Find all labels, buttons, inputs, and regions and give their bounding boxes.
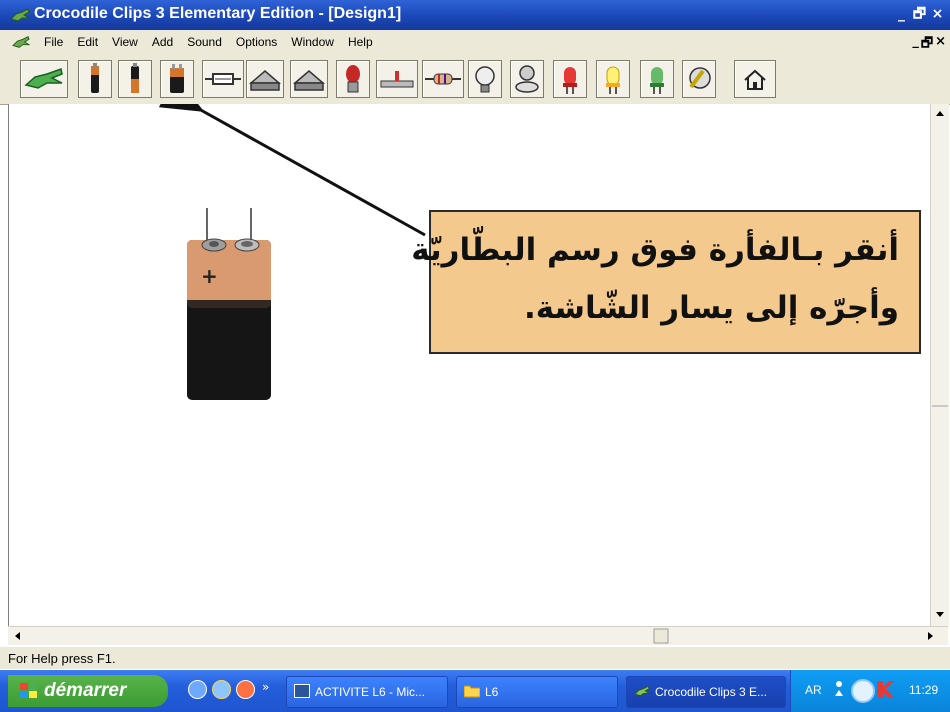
tool-resistor[interactable] <box>422 60 464 98</box>
motor-icon <box>689 67 711 89</box>
buzzer-icon <box>515 65 539 93</box>
menu-help[interactable]: Help <box>341 35 380 49</box>
doc-close-button[interactable]: × <box>935 34 946 56</box>
status-text: For Help press F1. <box>8 651 116 666</box>
bulb-icon <box>346 65 360 93</box>
menu-window[interactable]: Window <box>284 35 341 49</box>
minimize-button[interactable]: _ <box>893 6 910 23</box>
window-title: Crocodile Clips 3 Elementary Edition - [… <box>34 5 402 22</box>
switch-icon <box>292 70 326 91</box>
task-button-word[interactable]: ACTIVITE L6 - Mic... <box>286 676 448 708</box>
word-icon <box>294 684 310 698</box>
canvas-drawing <box>158 104 426 237</box>
crocodile-icon <box>24 68 63 89</box>
tool-cell-battery[interactable] <box>78 60 112 98</box>
status-bar: For Help press F1. <box>0 646 950 669</box>
horizontal-scrollbar[interactable] <box>8 626 948 645</box>
callout-line-1: أنقر بـالفأرة فوق رسم البطّاريّة <box>411 232 899 268</box>
tool-green-led[interactable] <box>640 60 674 98</box>
tool-cell-battery-2[interactable] <box>118 60 152 98</box>
title-bar: Crocodile Clips 3 Elementary Edition - [… <box>0 0 950 30</box>
9v-battery-icon <box>170 64 184 93</box>
tool-motor[interactable] <box>682 60 716 98</box>
scroll-arrows <box>15 628 933 644</box>
doc-restore-button[interactable]: 🗗 <box>921 34 933 56</box>
menu-bar: File Edit View Add Sound Options Window … <box>0 30 950 55</box>
antivirus-icon[interactable] <box>875 678 895 700</box>
design-canvas[interactable]: + أنقر بـالفأرة فوق رسم البطّاريّة وأجرّ… <box>8 104 931 626</box>
tool-switch[interactable] <box>246 60 284 98</box>
tool-red-led[interactable] <box>553 60 587 98</box>
tool-fuse[interactable] <box>202 60 244 98</box>
quicklaunch-ie-icon[interactable] <box>212 680 231 699</box>
menu-options[interactable]: Options <box>229 35 284 49</box>
resistor-icon <box>425 73 461 85</box>
component-toolbar <box>0 54 950 105</box>
tool-switch-2[interactable] <box>290 60 328 98</box>
network-icon[interactable] <box>833 678 845 700</box>
doc-minimize-button[interactable]: _ <box>912 34 919 56</box>
menu-add[interactable]: Add <box>145 35 180 49</box>
tool-buzzer[interactable] <box>510 60 544 98</box>
folder-icon <box>464 685 480 698</box>
green-led-icon <box>650 67 664 94</box>
task-label: L6 <box>485 685 499 699</box>
home-button[interactable] <box>734 60 776 98</box>
quicklaunch-app-icon[interactable] <box>236 680 255 699</box>
instruction-callout: أنقر بـالفأرة فوق رسم البطّاريّة وأجرّه … <box>411 210 921 354</box>
switch-icon <box>248 70 282 91</box>
taskbar: démarrer » ACTIVITE L6 - Mic... L6 Croco… <box>0 670 950 712</box>
menu-file[interactable]: File <box>37 35 70 49</box>
tool-bulb[interactable] <box>336 60 370 98</box>
cell-battery-icon <box>91 63 99 93</box>
start-label: démarrer <box>44 680 127 701</box>
home-icon <box>744 69 766 90</box>
quicklaunch-media-icon[interactable] <box>188 680 207 699</box>
system-tray: AR 11:29 <box>790 670 950 712</box>
tray-app-icon[interactable] <box>851 679 875 703</box>
red-led-icon <box>563 67 577 94</box>
crocodile-icon <box>12 36 30 48</box>
task-label: ACTIVITE L6 - Mic... <box>315 685 426 699</box>
menu-edit[interactable]: Edit <box>70 35 105 49</box>
tool-push-switch[interactable] <box>376 60 418 98</box>
windows-flag-icon <box>20 683 37 698</box>
fuse-icon <box>205 73 241 85</box>
crocodile-icon <box>634 685 650 697</box>
menu-sound[interactable]: Sound <box>180 35 229 49</box>
restore-button[interactable]: 🗗 <box>911 6 928 23</box>
tool-crocodile[interactable] <box>20 60 68 98</box>
clock: 11:29 <box>909 683 939 697</box>
scroll-arrows <box>932 111 948 617</box>
vertical-scrollbar[interactable] <box>930 104 949 626</box>
tool-yellow-led[interactable] <box>596 60 630 98</box>
menu-view[interactable]: View <box>105 35 145 49</box>
battery-9v-component[interactable] <box>179 202 289 402</box>
close-button[interactable]: × <box>929 6 946 23</box>
lamp-icon <box>475 66 495 93</box>
battery-plus-sign: + <box>201 264 218 288</box>
task-label: Crocodile Clips 3 E... <box>655 685 768 699</box>
task-button-crocodile[interactable]: Crocodile Clips 3 E... <box>626 676 786 708</box>
task-button-folder[interactable]: L6 <box>456 676 618 708</box>
callout-line-2: وأجرّه إلى يسار الشّاشة. <box>523 290 899 326</box>
tool-9v-battery[interactable] <box>160 60 194 98</box>
crocodile-icon <box>10 8 30 22</box>
quicklaunch-chevron[interactable]: » <box>262 680 269 694</box>
yellow-led-icon <box>606 66 620 94</box>
start-button[interactable]: démarrer <box>8 675 168 707</box>
push-switch-icon <box>380 71 414 88</box>
language-indicator[interactable]: AR <box>805 683 822 697</box>
cell-battery-icon <box>131 63 139 93</box>
tool-lamp[interactable] <box>468 60 502 98</box>
